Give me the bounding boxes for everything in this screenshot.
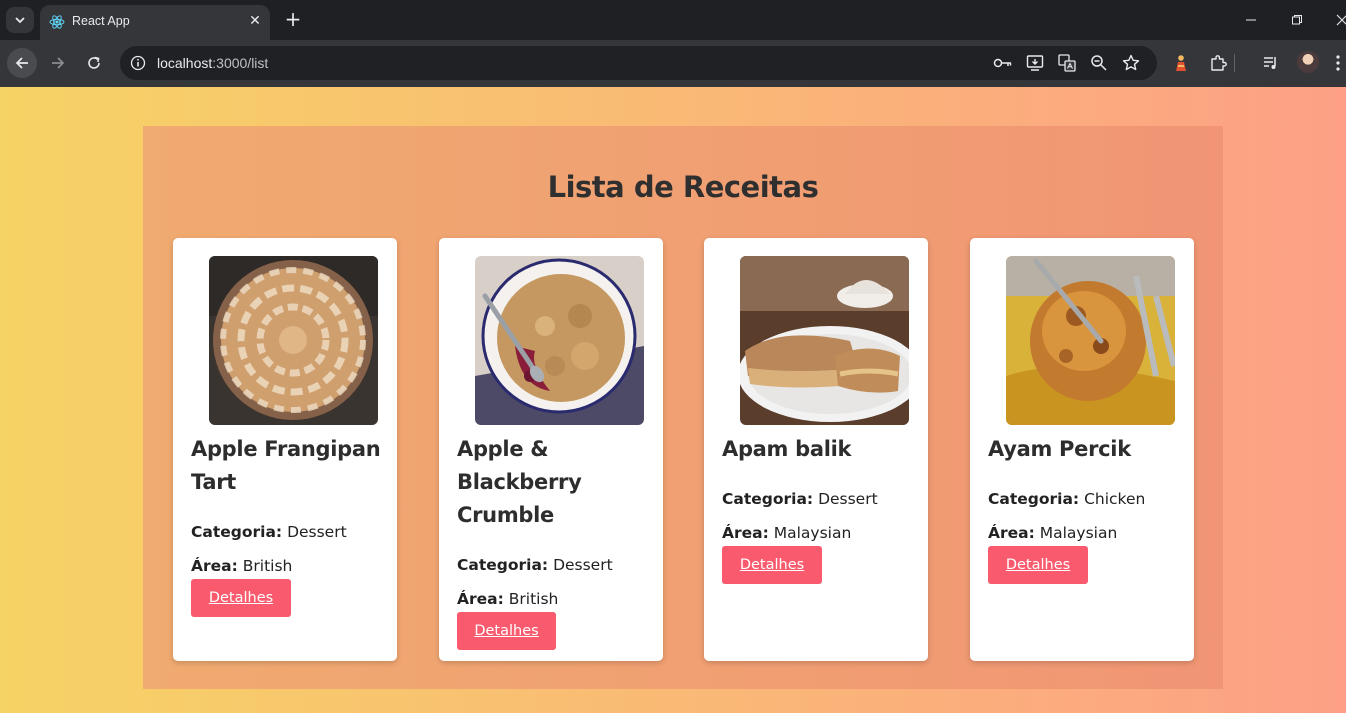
tab-title: React App <box>72 14 130 28</box>
media-controls-icon[interactable] <box>1260 52 1282 74</box>
recipe-name: Ayam Percik <box>988 437 1131 461</box>
restore-button[interactable] <box>1285 8 1309 32</box>
recipe-image <box>209 256 378 425</box>
arrow-left-icon <box>15 57 28 69</box>
react-logo-icon <box>49 15 65 29</box>
area-value: Malaysian <box>1039 524 1118 542</box>
minimize-button[interactable] <box>1239 8 1263 32</box>
area-label: Área: <box>191 557 238 575</box>
bookmark-star-icon[interactable] <box>1121 53 1141 73</box>
area-value: British <box>508 590 559 608</box>
details-button[interactable]: Detalhes <box>722 546 822 584</box>
password-key-icon[interactable] <box>993 53 1013 73</box>
recipes-container: Lista de Receitas Apple Frangipan Tart C… <box>143 126 1223 689</box>
recipe-area: Área: Malaysian <box>722 523 922 543</box>
recipe-area: Área: British <box>457 589 657 609</box>
recipe-card: Apple Frangipan Tart Categoria: Dessert … <box>173 238 397 661</box>
zoom-icon[interactable] <box>1089 53 1109 73</box>
url-host: localhost <box>157 55 213 71</box>
area-label: Área: <box>457 590 504 608</box>
category-value: Chicken <box>1084 490 1146 508</box>
apple-tart-photo-icon <box>209 256 378 425</box>
area-value: Malaysian <box>773 524 852 542</box>
extension-figure-icon[interactable] <box>1170 52 1192 74</box>
new-tab-button[interactable]: + <box>282 9 304 31</box>
recipe-card: Apam balik Categoria: Dessert Área: Mala… <box>704 238 928 661</box>
category-value: Dessert <box>553 556 613 574</box>
recipe-category: Categoria: Chicken <box>988 489 1188 509</box>
category-value: Dessert <box>287 523 347 541</box>
browser-tab[interactable]: React App ✕ <box>40 5 270 40</box>
chevron-down-icon <box>15 17 25 24</box>
url-path: :3000/list <box>212 55 269 71</box>
close-icon <box>1336 14 1346 26</box>
recipe-name: Apam balik <box>722 437 852 461</box>
category-label: Categoria: <box>191 523 283 541</box>
more-menu-icon[interactable] <box>1331 52 1345 74</box>
address-bar[interactable]: localhost:3000/list <box>120 46 1157 80</box>
page-title: Lista de Receitas <box>547 170 819 204</box>
category-value: Dessert <box>818 490 878 508</box>
area-value: British <box>242 557 293 575</box>
recipe-category: Categoria: Dessert <box>191 522 391 542</box>
minimize-icon <box>1246 19 1256 21</box>
url-text[interactable]: localhost:3000/list <box>157 55 268 71</box>
restore-icon <box>1292 15 1302 25</box>
category-label: Categoria: <box>722 490 814 508</box>
recipe-category: Categoria: Dessert <box>457 555 657 575</box>
recipe-card: Apple & Blackberry Crumble Categoria: De… <box>439 238 663 661</box>
recipe-image <box>475 256 644 425</box>
profile-avatar[interactable] <box>1297 51 1319 73</box>
browser-toolbar: localhost:3000/list <box>0 40 1346 87</box>
details-button[interactable]: Detalhes <box>457 612 556 650</box>
translate-icon[interactable] <box>1057 53 1077 73</box>
category-label: Categoria: <box>988 490 1080 508</box>
ayam-percik-photo-icon <box>1006 256 1175 425</box>
recipe-area: Área: British <box>191 556 391 576</box>
arrow-right-icon <box>52 57 65 69</box>
reload-button[interactable] <box>79 48 109 78</box>
close-window-button[interactable] <box>1330 8 1346 32</box>
tab-search-button[interactable] <box>6 7 34 33</box>
area-label: Área: <box>988 524 1035 542</box>
back-button[interactable] <box>7 48 37 78</box>
toolbar-divider <box>1234 54 1235 72</box>
browser-tab-strip: React App ✕ + <box>0 0 1346 40</box>
recipe-area: Área: Malaysian <box>988 523 1188 543</box>
details-button[interactable]: Detalhes <box>191 579 291 617</box>
details-button[interactable]: Detalhes <box>988 546 1088 584</box>
area-label: Área: <box>722 524 769 542</box>
page-viewport: Lista de Receitas Apple Frangipan Tart C… <box>0 87 1346 713</box>
forward-button[interactable] <box>43 48 73 78</box>
apam-balik-photo-icon <box>740 256 909 425</box>
extensions-puzzle-icon[interactable] <box>1207 52 1229 74</box>
tab-close-icon[interactable]: ✕ <box>247 13 263 29</box>
recipe-image <box>1006 256 1175 425</box>
install-app-icon[interactable] <box>1025 53 1045 73</box>
site-info-icon[interactable] <box>128 53 148 73</box>
recipe-image <box>740 256 909 425</box>
category-label: Categoria: <box>457 556 549 574</box>
crumble-photo-icon <box>475 256 644 425</box>
recipe-card: Ayam Percik Categoria: Chicken Área: Mal… <box>970 238 1194 661</box>
recipe-category: Categoria: Dessert <box>722 489 922 509</box>
reload-icon <box>88 56 100 69</box>
recipe-name: Apple & Blackberry Crumble <box>457 437 582 527</box>
recipe-name: Apple Frangipan Tart <box>191 437 381 494</box>
